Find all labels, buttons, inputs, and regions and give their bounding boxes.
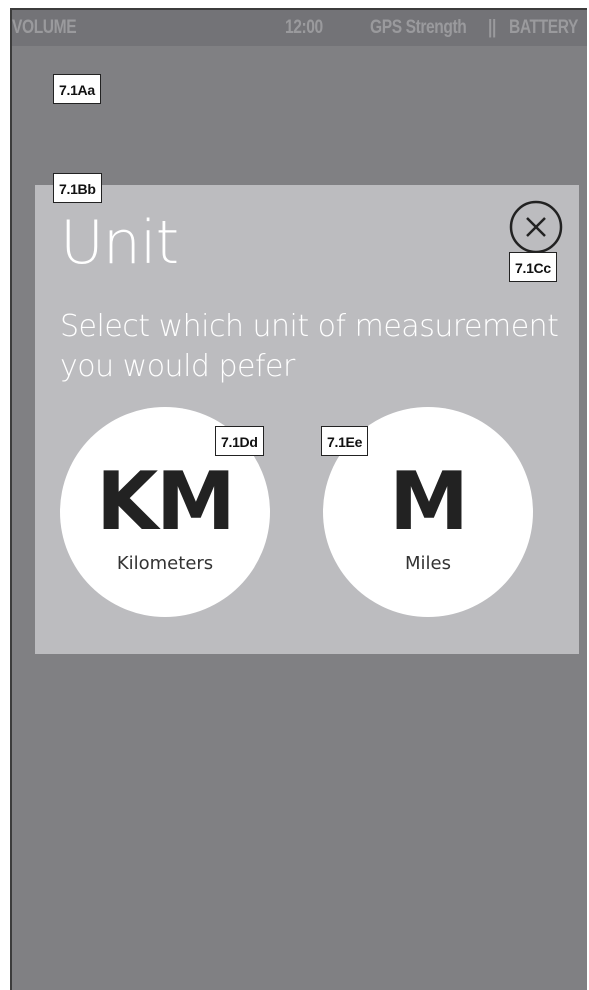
annotation-tag-a: 7.1Aa bbox=[53, 74, 101, 104]
status-time: 12:00 bbox=[285, 17, 323, 38]
option-label: Miles bbox=[405, 553, 451, 574]
option-abbreviation: KM bbox=[96, 455, 236, 548]
modal-subtitle: Select which unit of measurement you wou… bbox=[60, 309, 559, 384]
close-circle-icon bbox=[509, 200, 563, 254]
annotation-tag-b: 7.1Bb bbox=[53, 173, 102, 203]
option-label: Kilometers bbox=[116, 553, 214, 574]
status-bar: VOLUME 12:00 GPS Strength || BATTERY bbox=[12, 10, 587, 46]
option-abbreviation: M bbox=[389, 455, 469, 548]
status-battery: BATTERY bbox=[509, 17, 578, 38]
status-gps-strength: GPS Strength bbox=[370, 17, 467, 38]
status-volume: VOLUME bbox=[12, 17, 77, 38]
unit-modal: Unit Select which unit of measurement yo… bbox=[35, 185, 579, 654]
annotation-tag-d: 7.1Dd bbox=[215, 426, 264, 456]
status-separator: || bbox=[488, 17, 496, 38]
annotation-tag-e: 7.1Ee bbox=[321, 426, 369, 456]
phone-screen: VOLUME 12:00 GPS Strength || BATTERY 7.1… bbox=[10, 8, 587, 990]
modal-title: Unit bbox=[60, 208, 179, 278]
close-button[interactable] bbox=[508, 199, 564, 255]
annotation-tag-c: 7.1Cc bbox=[509, 252, 557, 282]
